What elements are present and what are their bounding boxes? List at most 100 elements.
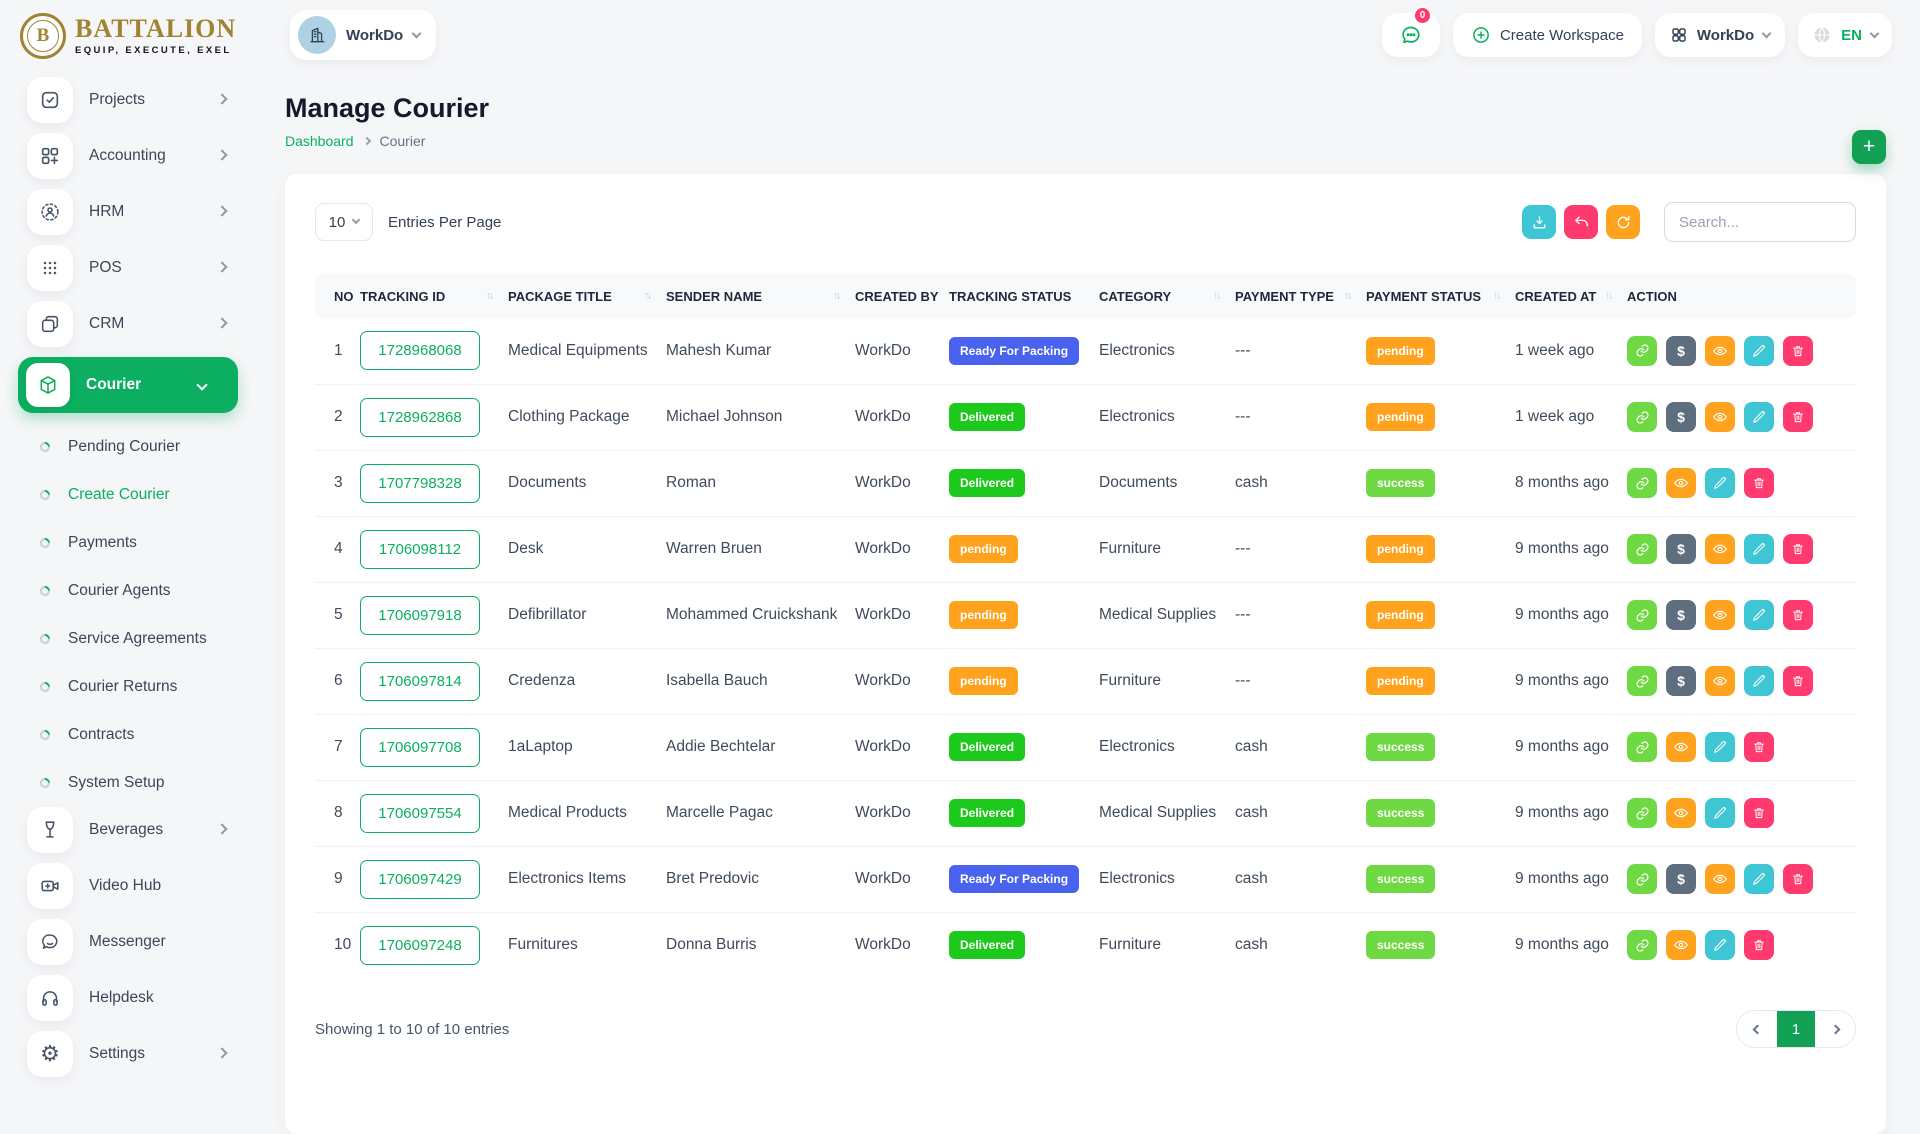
edit-button[interactable]: [1705, 468, 1735, 498]
create-workspace-button[interactable]: Create Workspace: [1453, 13, 1642, 57]
export-download-button[interactable]: [1522, 205, 1556, 239]
copy-link-button[interactable]: [1627, 732, 1657, 762]
delete-button[interactable]: [1744, 798, 1774, 828]
sidebar-item-crm[interactable]: CRM: [0, 301, 258, 347]
sidebar-item-accounting[interactable]: Accounting: [0, 133, 258, 179]
col-payment-status[interactable]: PAYMENT STATUS↑↓: [1366, 274, 1515, 318]
delete-button[interactable]: [1783, 402, 1813, 432]
tracking-id-pill[interactable]: 1706097429: [360, 860, 480, 899]
delete-button[interactable]: [1783, 534, 1813, 564]
sort-icon[interactable]: ↑↓: [833, 291, 839, 302]
sidebar-item-helpdesk[interactable]: Helpdesk: [0, 975, 258, 1021]
sidebar-subitem-courier-returns[interactable]: Courier Returns: [0, 663, 258, 711]
tracking-id-pill[interactable]: 1706097918: [360, 596, 480, 635]
view-button[interactable]: [1666, 732, 1696, 762]
delete-button[interactable]: [1783, 600, 1813, 630]
edit-button[interactable]: [1705, 930, 1735, 960]
payment-button[interactable]: $: [1666, 864, 1696, 894]
tracking-id-pill[interactable]: 1728968068: [360, 331, 480, 370]
sort-icon[interactable]: ↑↓: [1344, 291, 1350, 302]
payment-button[interactable]: $: [1666, 666, 1696, 696]
sidebar-subitem-payments[interactable]: Payments: [0, 519, 258, 567]
copy-link-button[interactable]: [1627, 864, 1657, 894]
copy-link-button[interactable]: [1627, 534, 1657, 564]
copy-link-button[interactable]: [1627, 798, 1657, 828]
workspace-selector[interactable]: WorkDo: [290, 10, 436, 60]
sidebar-subitem-service-agreements[interactable]: Service Agreements: [0, 615, 258, 663]
sort-icon[interactable]: ↑↓: [644, 291, 650, 302]
delete-button[interactable]: [1744, 732, 1774, 762]
copy-link-button[interactable]: [1627, 666, 1657, 696]
edit-button[interactable]: [1744, 666, 1774, 696]
copy-link-button[interactable]: [1627, 468, 1657, 498]
col-tracking-id[interactable]: TRACKING ID↑↓: [360, 274, 508, 318]
sidebar-item-beverages[interactable]: Beverages: [0, 807, 258, 853]
view-button[interactable]: [1705, 336, 1735, 366]
tracking-id-pill[interactable]: 1706097814: [360, 662, 480, 701]
tracking-id-pill[interactable]: 1707798328: [360, 464, 480, 503]
copy-link-button[interactable]: [1627, 600, 1657, 630]
tracking-id-pill[interactable]: 1706097708: [360, 728, 480, 767]
breadcrumb-dashboard-link[interactable]: Dashboard: [285, 133, 354, 149]
payment-button[interactable]: $: [1666, 402, 1696, 432]
edit-button[interactable]: [1705, 732, 1735, 762]
view-button[interactable]: [1666, 468, 1696, 498]
view-button[interactable]: [1705, 864, 1735, 894]
sort-icon[interactable]: ↑↓: [1213, 291, 1219, 302]
edit-button[interactable]: [1744, 864, 1774, 894]
copy-link-button[interactable]: [1627, 930, 1657, 960]
sidebar-item-settings[interactable]: ⚙ Settings: [0, 1031, 258, 1077]
sidebar-subitem-create-courier[interactable]: Create Courier: [0, 471, 258, 519]
sidebar-subitem-pending-courier[interactable]: Pending Courier: [0, 423, 258, 471]
delete-button[interactable]: [1783, 666, 1813, 696]
delete-button[interactable]: [1783, 336, 1813, 366]
tracking-id-pill[interactable]: 1706098112: [360, 530, 480, 569]
edit-button[interactable]: [1744, 336, 1774, 366]
refresh-button[interactable]: [1606, 205, 1640, 239]
sidebar-item-projects[interactable]: Projects: [0, 77, 258, 123]
sort-icon[interactable]: ↑↓: [1605, 291, 1611, 302]
col-payment-type[interactable]: PAYMENT TYPE↑↓: [1235, 274, 1366, 318]
delete-button[interactable]: [1744, 468, 1774, 498]
payment-button[interactable]: $: [1666, 336, 1696, 366]
view-button[interactable]: [1666, 930, 1696, 960]
payment-button[interactable]: $: [1666, 534, 1696, 564]
sidebar-item-video-hub[interactable]: Video Hub: [0, 863, 258, 909]
previous-page-button[interactable]: [1737, 1011, 1777, 1047]
sidebar-subitem-courier-agents[interactable]: Courier Agents: [0, 567, 258, 615]
copy-link-button[interactable]: [1627, 402, 1657, 432]
view-button[interactable]: [1705, 600, 1735, 630]
sidebar-subitem-system-setup[interactable]: System Setup: [0, 759, 258, 807]
tracking-id-pill[interactable]: 1728962868: [360, 398, 480, 437]
copy-link-button[interactable]: [1627, 336, 1657, 366]
tracking-id-pill[interactable]: 1706097248: [360, 926, 480, 965]
payment-button[interactable]: $: [1666, 600, 1696, 630]
tracking-id-pill[interactable]: 1706097554: [360, 794, 480, 833]
col-sender-name[interactable]: SENDER NAME↑↓: [666, 274, 855, 318]
sidebar-item-hrm[interactable]: HRM: [0, 189, 258, 235]
edit-button[interactable]: [1744, 534, 1774, 564]
col-category[interactable]: CATEGORY↑↓: [1099, 274, 1235, 318]
language-selector[interactable]: EN: [1798, 13, 1892, 57]
next-page-button[interactable]: [1815, 1011, 1855, 1047]
view-button[interactable]: [1705, 402, 1735, 432]
account-menu[interactable]: WorkDo: [1655, 13, 1785, 57]
edit-button[interactable]: [1705, 798, 1735, 828]
entries-per-page-select[interactable]: 10: [315, 203, 373, 241]
sidebar-item-pos[interactable]: POS: [0, 245, 258, 291]
delete-button[interactable]: [1744, 930, 1774, 960]
chat-button[interactable]: 0: [1382, 13, 1440, 57]
col-package-title[interactable]: PACKAGE TITLE↑↓: [508, 274, 666, 318]
sort-icon[interactable]: ↑↓: [486, 291, 492, 302]
undo-button[interactable]: [1564, 205, 1598, 239]
add-courier-button[interactable]: +: [1852, 130, 1886, 164]
sort-icon[interactable]: ↑↓: [1493, 291, 1499, 302]
brand-logo[interactable]: B BATTALION EQUIP, EXECUTE, EXEL: [0, 0, 258, 59]
edit-button[interactable]: [1744, 600, 1774, 630]
search-input[interactable]: [1664, 202, 1856, 242]
view-button[interactable]: [1666, 798, 1696, 828]
edit-button[interactable]: [1744, 402, 1774, 432]
delete-button[interactable]: [1783, 864, 1813, 894]
sidebar-item-messenger[interactable]: Messenger: [0, 919, 258, 965]
sidebar-subitem-contracts[interactable]: Contracts: [0, 711, 258, 759]
